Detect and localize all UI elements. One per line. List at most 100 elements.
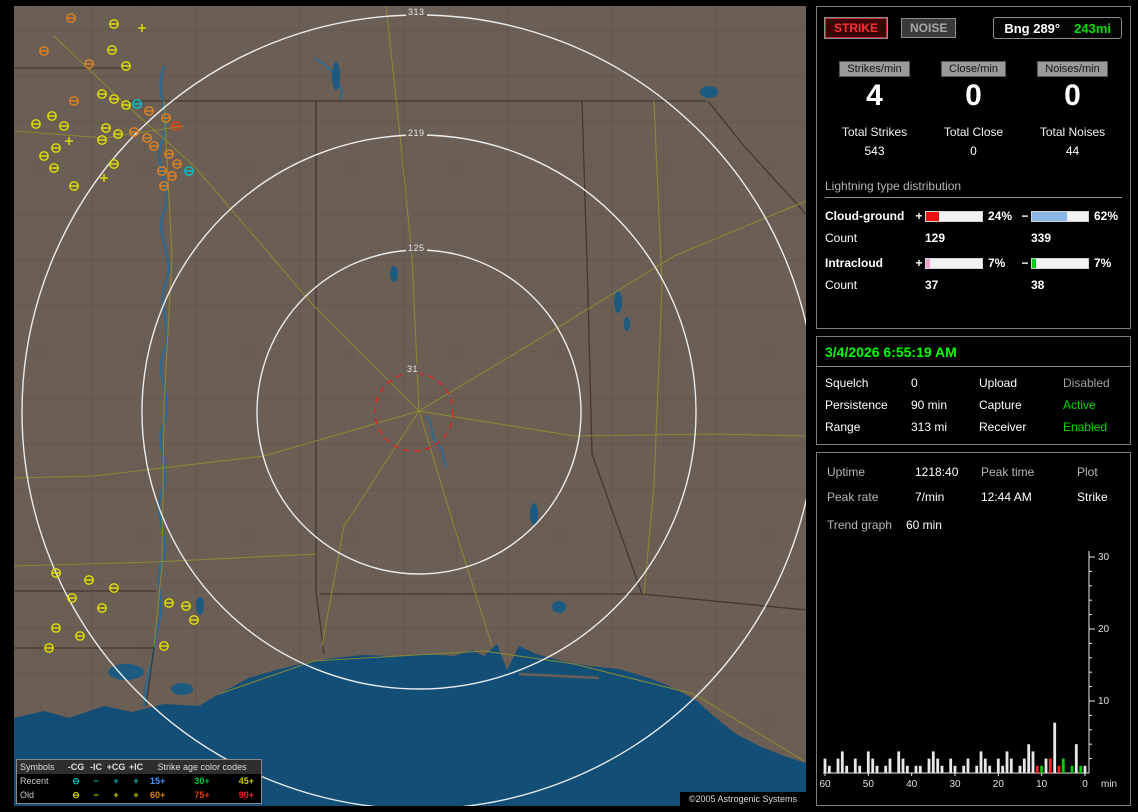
persistence-value: 90 min <box>911 398 948 412</box>
trend-bar-strikes <box>905 765 909 773</box>
trend-bar-strikes <box>927 758 931 773</box>
capture-label: Capture <box>979 398 1022 412</box>
trend-graph-label: Trend graph <box>827 518 892 532</box>
trend-bar-strikes <box>949 758 953 773</box>
capture-status: Active <box>1063 398 1096 412</box>
trend-graph-chart: 30 20 10 60 50 40 30 20 10 0 min <box>819 551 1117 790</box>
x-tick-label: 60 <box>819 779 831 790</box>
cloud-ground-label: Cloud-ground <box>825 209 905 223</box>
range-ring-label: 219 <box>406 128 427 138</box>
trend-bar-strikes <box>1022 758 1026 773</box>
ic-negative-bar <box>1031 257 1089 269</box>
trend-bar-strikes <box>836 758 840 773</box>
receiver-status: Enabled <box>1063 420 1108 434</box>
map-canvas[interactable] <box>14 6 806 806</box>
trend-bar-strikes <box>1005 751 1009 773</box>
y-tick-label: 30 <box>1098 552 1110 563</box>
trend-bar-strikes <box>1031 751 1035 773</box>
trend-bar-strikes <box>1074 744 1078 773</box>
trend-bar-strikes <box>1009 758 1013 773</box>
neg-cg-recent-icon: ⊖ <box>72 775 80 786</box>
trend-graph-window: 60 min <box>905 518 942 532</box>
cg-count-label: Count <box>825 231 858 245</box>
neg-cg-old-icon: ⊖ <box>72 789 80 800</box>
plot-label: Plot <box>1077 465 1098 479</box>
trend-axes <box>823 551 1090 774</box>
map-view[interactable]: 313 219 125 31 Symbols -CG -IC +CG +IC S… <box>14 6 806 806</box>
trend-bar-strikes <box>1018 765 1022 773</box>
cg-positive-pct: 24% <box>988 209 1013 223</box>
map-legend: Symbols -CG -IC +CG +IC Strike age color… <box>16 759 262 804</box>
bearing-label: Bng 289° <box>1004 20 1061 36</box>
ic-positive-count: 37 <box>925 278 939 292</box>
trend-bar-strikes <box>866 751 870 773</box>
copyright-notice: ©2005 Astrogenic Systems <box>679 792 806 806</box>
range-label: Range <box>825 420 861 434</box>
trend-bar-noises <box>1079 765 1083 773</box>
noises-per-min-label: Noises/min <box>1037 61 1108 77</box>
noises-per-min-value: 0 <box>1064 79 1081 112</box>
age-75-label: 75+ <box>194 790 210 800</box>
ic-negative-bar-fill <box>1032 258 1036 268</box>
trend-bar-strikes <box>871 758 875 773</box>
trend-bar-strikes <box>962 765 966 773</box>
peak-rate-value: 7/min <box>915 490 945 504</box>
plot-value: Strike <box>1077 490 1108 504</box>
trend-bar-strikes <box>979 751 983 773</box>
bearing-distance: 243mi <box>1074 20 1111 36</box>
noises-per-min-column: Noises/min 0 Total Noises 44 <box>1023 61 1122 158</box>
bearing-indicator: Bng 289° 243mi <box>993 17 1122 39</box>
strikes-per-min-label: Strikes/min <box>839 61 910 77</box>
trend-bar-strikes <box>936 758 940 773</box>
minus-sign: − <box>1021 209 1029 223</box>
close-per-min-column: Close/min 0 Total Close 0 <box>924 61 1023 158</box>
noise-toggle-button[interactable]: NOISE <box>901 18 957 38</box>
peak-time-value: 12:44 AM <box>981 490 1032 504</box>
pos-ic-recent-icon: + <box>133 776 139 786</box>
squelch-value: 0 <box>911 376 918 390</box>
intracloud-count-row: Count 37 38 <box>825 278 1122 292</box>
trend-bars <box>823 722 1087 773</box>
trend-bar-strikes <box>858 765 862 773</box>
stats-panel: STRIKE NOISE Bng 289° 243mi Strikes/min … <box>816 6 1131 329</box>
trend-bar-strikes <box>845 765 849 773</box>
trend-bar-strikes <box>884 765 888 773</box>
trend-bar-strikes <box>983 758 987 773</box>
y-tick-label: 10 <box>1098 696 1110 707</box>
ic-positive-bar <box>925 257 983 269</box>
trend-bar-strikes <box>1083 765 1087 773</box>
cg-negative-bar-fill <box>1032 211 1067 221</box>
receiver-label: Receiver <box>979 420 1027 434</box>
trend-bar-strikes <box>918 765 922 773</box>
trend-bar-strikes <box>1027 744 1031 773</box>
x-tick-label: 30 <box>949 779 961 790</box>
range-ring-label: 31 <box>405 364 421 374</box>
legend-symbols-header: Symbols <box>20 762 55 772</box>
legend-recent-label: Recent <box>20 776 49 786</box>
trend-bar-strikes <box>914 765 918 773</box>
pos-cg-recent-icon: + <box>113 776 119 786</box>
legend-col-neg-cg: -CG <box>67 762 85 772</box>
total-strikes-label: Total Strikes <box>841 125 908 139</box>
trend-bar-strikes <box>823 758 827 773</box>
uptime-label: Uptime <box>827 465 866 479</box>
trend-bar-close_strikes <box>1048 758 1052 773</box>
cloud-ground-row: Cloud-ground + 24% − 62% <box>825 209 1122 223</box>
session-panel: Uptime 1218:40 Peak time Plot Peak rate … <box>816 452 1131 806</box>
plus-sign: + <box>915 209 923 223</box>
squelch-label: Squelch <box>825 376 869 390</box>
range-ring-label: 313 <box>406 7 427 17</box>
strike-toggle-button[interactable]: STRIKE <box>825 18 888 38</box>
strikes-per-min-column: Strikes/min 4 Total Strikes 543 <box>825 61 924 158</box>
trend-y-axis-labels: 30 20 10 <box>1098 552 1110 707</box>
uptime-value: 1218:40 <box>915 465 959 479</box>
legend-old-row: Old ⊖ − + + 60+ 75+ 90+ <box>17 788 261 802</box>
trend-bar-strikes <box>931 751 935 773</box>
legend-old-label: Old <box>20 790 35 800</box>
pos-ic-old-icon: + <box>133 790 139 800</box>
legend-col-pos-ic: +IC <box>128 762 144 772</box>
trend-bar-strikes <box>901 758 905 773</box>
trend-bar-close_strikes <box>1057 765 1061 773</box>
trend-bar-strikes <box>966 758 970 773</box>
trend-bar-strikes <box>1001 765 1005 773</box>
